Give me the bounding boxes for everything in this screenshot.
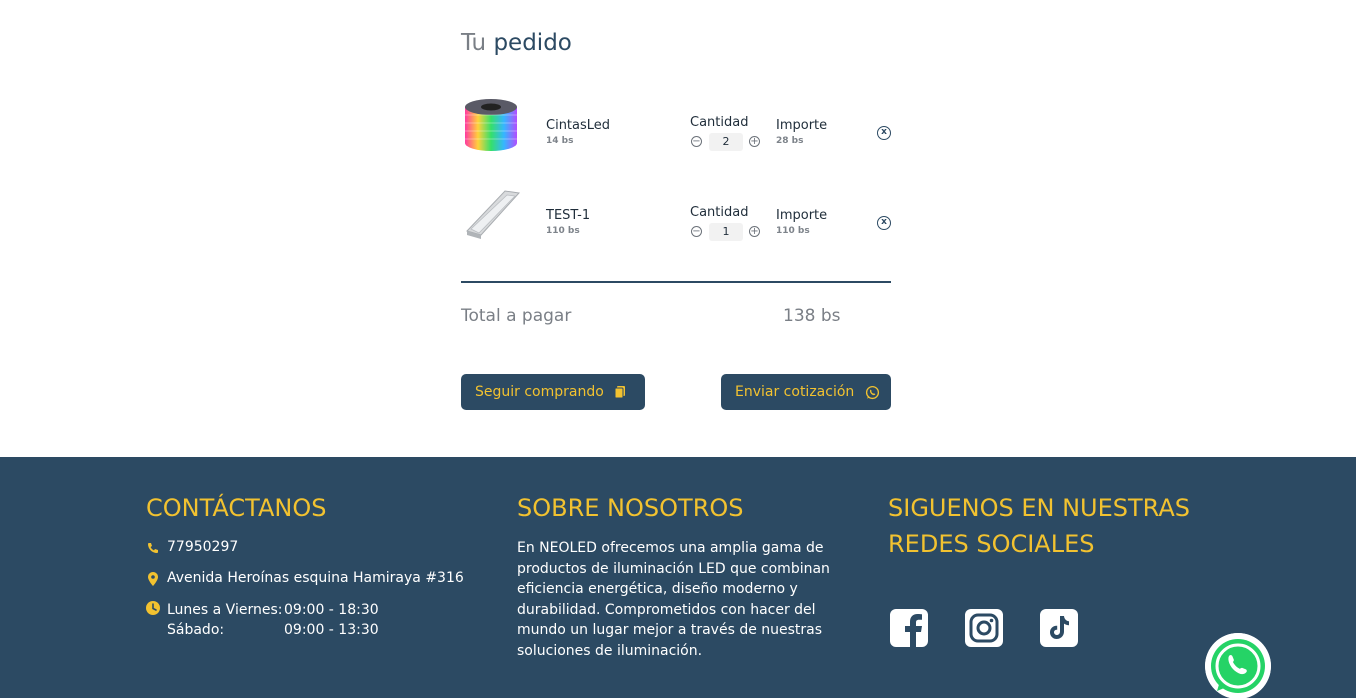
quantity-input[interactable]: 2 xyxy=(709,133,743,151)
continue-shopping-button[interactable]: Seguir comprando xyxy=(461,374,645,410)
remove-item-button[interactable]: x xyxy=(877,216,891,230)
increase-quantity-button[interactable]: + xyxy=(749,136,760,147)
whatsapp-icon xyxy=(865,385,879,399)
total-label: Total a pagar xyxy=(461,306,572,326)
quantity-input[interactable]: 1 xyxy=(709,223,743,241)
page-title: Tu pedido xyxy=(461,30,572,56)
quantity-label: Cantidad xyxy=(690,115,749,130)
total-value: 138 bs xyxy=(783,306,841,326)
contact-heading: CONTÁCTANOS xyxy=(146,494,327,522)
continue-shopping-label: Seguir comprando xyxy=(475,384,604,400)
social-heading-line2: REDES SOCIALES xyxy=(888,530,1095,558)
contact-address: Avenida Heroínas esquina Hamiraya #316 xyxy=(167,570,464,586)
tiktok-icon[interactable] xyxy=(1040,609,1078,647)
saturday-hours: 09:00 - 13:30 xyxy=(284,622,379,638)
divider xyxy=(461,281,891,283)
title-light: Tu xyxy=(461,30,487,56)
phone-icon xyxy=(148,543,158,553)
importe-label: Importe xyxy=(776,208,828,223)
product-image-aluminum-profile xyxy=(466,190,521,239)
send-quote-button[interactable]: Enviar cotización xyxy=(721,374,891,410)
contact-phone: 77950297 xyxy=(167,539,239,555)
location-pin-icon xyxy=(148,572,158,586)
title-strong: pedido xyxy=(493,30,572,56)
item-name: TEST-1 xyxy=(546,208,591,223)
social-heading-line1: SIGUENOS EN NUESTRAS xyxy=(888,494,1191,522)
quantity-label: Cantidad xyxy=(690,205,749,220)
importe-label: Importe xyxy=(776,118,828,133)
increase-quantity-button[interactable]: + xyxy=(749,226,760,237)
item-unit-price: 110 bs xyxy=(546,226,580,236)
item-subtotal: 28 bs xyxy=(776,136,804,146)
send-quote-label: Enviar cotización xyxy=(735,384,855,400)
facebook-icon[interactable] xyxy=(890,609,928,647)
quantity-stepper: − 1 + xyxy=(690,223,770,241)
instagram-icon[interactable] xyxy=(965,609,1003,647)
site-footer: CONTÁCTANOS 77950297 Avenida Heroínas es… xyxy=(0,457,1356,698)
decrease-quantity-button[interactable]: − xyxy=(691,226,702,237)
clipboard-icon xyxy=(614,386,626,399)
weekday-label: Lunes a Viernes: xyxy=(167,602,283,618)
about-heading: SOBRE NOSOTROS xyxy=(517,494,744,522)
quantity-stepper: − 2 + xyxy=(690,133,770,151)
remove-item-button[interactable]: x xyxy=(877,126,891,140)
saturday-label: Sábado: xyxy=(167,622,225,638)
decrease-quantity-button[interactable]: − xyxy=(691,136,702,147)
clock-icon xyxy=(146,601,160,615)
item-unit-price: 14 bs xyxy=(546,136,574,146)
item-subtotal: 110 bs xyxy=(776,226,810,236)
product-image-led-strip xyxy=(465,99,517,151)
cart-item: CintasLed 14 bs Cantidad − 2 + Importe 2… xyxy=(461,95,891,155)
item-name: CintasLed xyxy=(546,118,611,133)
weekday-hours: 09:00 - 18:30 xyxy=(284,602,379,618)
whatsapp-float-button[interactable] xyxy=(1205,633,1271,699)
about-text: En NEOLED ofrecemos una amplia gama de p… xyxy=(517,540,830,659)
cart-item: TEST-1 110 bs Cantidad − 1 + Importe 110… xyxy=(461,185,891,245)
